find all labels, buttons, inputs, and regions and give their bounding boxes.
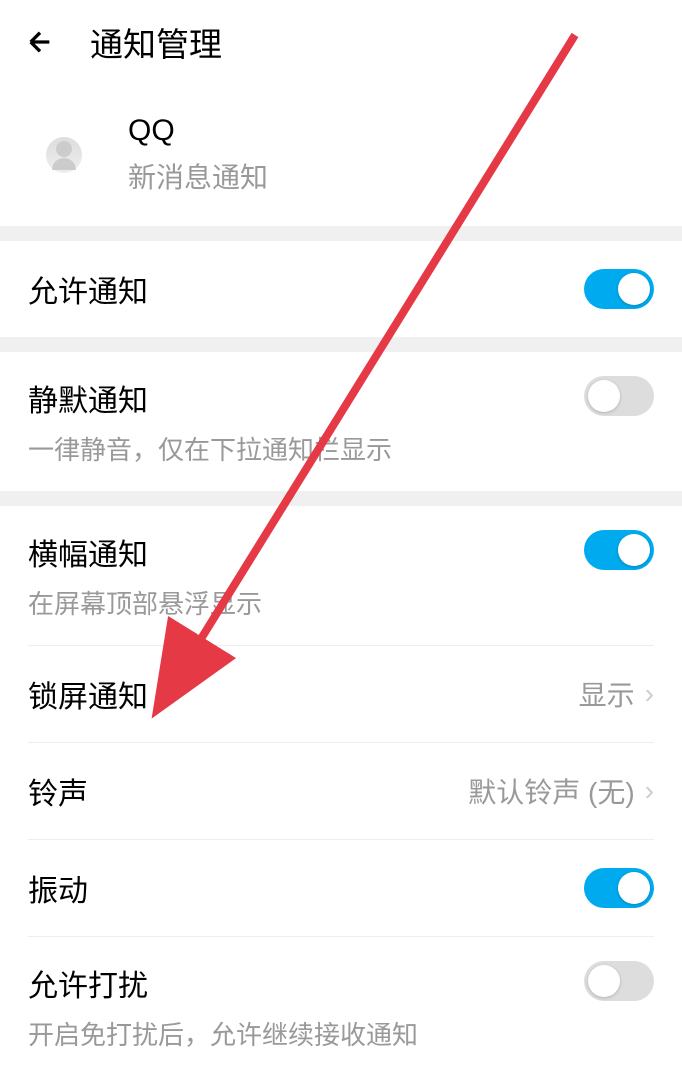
silent-notification-row[interactable]: 静默通知 一律静音，仅在下拉通知栏显示 xyxy=(0,352,682,491)
section-divider xyxy=(0,337,682,352)
setting-value: 默认铃声 (无) xyxy=(468,771,634,811)
app-info-section: QQ 新消息通知 xyxy=(0,84,682,226)
banner-notification-row[interactable]: 横幅通知 在屏幕顶部悬浮显示 xyxy=(0,506,682,645)
app-name: QQ xyxy=(128,114,268,148)
header: 通知管理 xyxy=(0,0,682,84)
setting-content: 允许打扰 开启免打扰后，允许继续接收通知 xyxy=(28,961,418,1052)
allow-disturb-toggle[interactable] xyxy=(584,961,654,1001)
allow-disturb-row[interactable]: 允许打扰 开启免打扰后，允许继续接收通知 xyxy=(0,937,682,1076)
chevron-right-icon: › xyxy=(645,678,654,710)
page-title: 通知管理 xyxy=(90,18,222,66)
silent-notification-toggle[interactable] xyxy=(584,376,654,416)
setting-description: 开启免打扰后，允许继续接收通知 xyxy=(28,1015,418,1052)
chevron-right-icon: › xyxy=(645,775,654,807)
allow-notification-toggle[interactable] xyxy=(584,269,654,309)
lock-screen-notification-row[interactable]: 锁屏通知 显示 › xyxy=(0,646,682,742)
ringtone-row[interactable]: 铃声 默认铃声 (无) › xyxy=(0,743,682,839)
setting-description: 一律静音，仅在下拉通知栏显示 xyxy=(28,430,392,467)
setting-label: 横幅通知 xyxy=(28,530,262,574)
setting-label: 锁屏通知 xyxy=(28,672,148,716)
section-divider xyxy=(0,491,682,506)
setting-value-container: 默认铃声 (无) › xyxy=(468,771,654,811)
qq-icon xyxy=(46,137,82,173)
vibration-toggle[interactable] xyxy=(584,868,654,908)
setting-value: 显示 xyxy=(579,674,635,714)
app-icon-container xyxy=(40,131,88,179)
arrow-left-icon xyxy=(24,26,56,58)
setting-label: 允许通知 xyxy=(28,267,148,311)
setting-label: 允许打扰 xyxy=(28,961,418,1005)
section-divider xyxy=(0,226,682,241)
banner-notification-toggle[interactable] xyxy=(584,530,654,570)
allow-notification-row[interactable]: 允许通知 xyxy=(0,241,682,337)
setting-label: 振动 xyxy=(28,866,88,910)
vibration-row[interactable]: 振动 xyxy=(0,840,682,936)
app-details: QQ 新消息通知 xyxy=(128,114,268,196)
setting-description: 在屏幕顶部悬浮显示 xyxy=(28,584,262,621)
setting-label: 静默通知 xyxy=(28,376,392,420)
app-subtitle: 新消息通知 xyxy=(128,156,268,196)
setting-value-container: 显示 › xyxy=(579,674,654,714)
setting-content: 静默通知 一律静音，仅在下拉通知栏显示 xyxy=(28,376,392,467)
back-button[interactable] xyxy=(20,22,60,62)
setting-content: 横幅通知 在屏幕顶部悬浮显示 xyxy=(28,530,262,621)
setting-label: 铃声 xyxy=(28,769,88,813)
